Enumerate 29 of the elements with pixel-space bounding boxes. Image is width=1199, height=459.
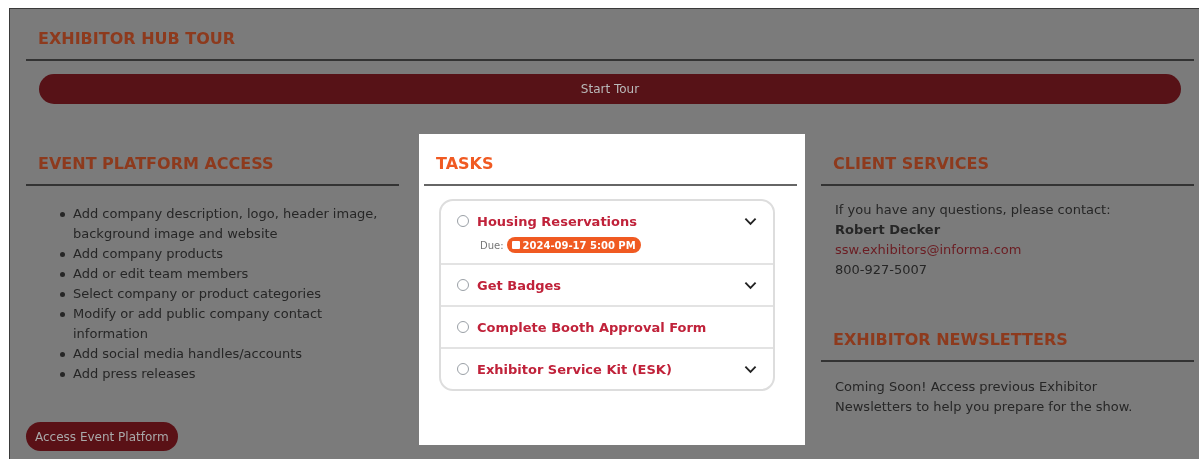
bullet-icon [60, 372, 65, 377]
list-item: Modify or add public company contact information [73, 305, 324, 343]
list-item: Add or edit team members [73, 265, 250, 283]
contact-intro: If you have any questions, please contact: [835, 201, 1112, 219]
list-item: Select company or product categories [73, 285, 322, 303]
bullet-icon [60, 212, 65, 217]
list-item: Add press releases [73, 365, 197, 383]
chevron-down-icon[interactable] [744, 216, 757, 226]
bullet-icon [60, 272, 65, 277]
access-event-platform-button[interactable]: Access Event Platform [26, 422, 178, 451]
bullet-icon [60, 312, 65, 317]
bullet-icon [60, 352, 65, 357]
newsletter-text: Coming Soon! Access previous Exhibitor Newsletters to help you prepare for the show. [834, 378, 1134, 416]
task-title[interactable]: Complete Booth Approval Form [477, 319, 757, 335]
chevron-down-icon[interactable] [744, 364, 757, 374]
bullet-icon [60, 292, 65, 297]
list-item: Add social media handles/accounts [73, 345, 304, 363]
phone-number: 800-927-5007 [835, 261, 929, 279]
due-label: Due: [480, 239, 504, 251]
list-item: Add company products [73, 245, 225, 263]
start-tour-button[interactable]: Start Tour [39, 74, 1181, 104]
list-item: Add company description, logo, header image, background image and website [73, 205, 379, 243]
task-title[interactable]: Exhibitor Service Kit (ESK) [477, 361, 744, 377]
chevron-down-icon[interactable] [744, 280, 757, 290]
due-date: 2024-09-17 5:00 PM [522, 239, 636, 251]
task-title[interactable]: Get Badges [477, 277, 744, 293]
contact-name: Robert Decker [835, 221, 942, 239]
task-title[interactable]: Housing Reservations [477, 213, 744, 229]
bullet-icon [60, 252, 65, 257]
